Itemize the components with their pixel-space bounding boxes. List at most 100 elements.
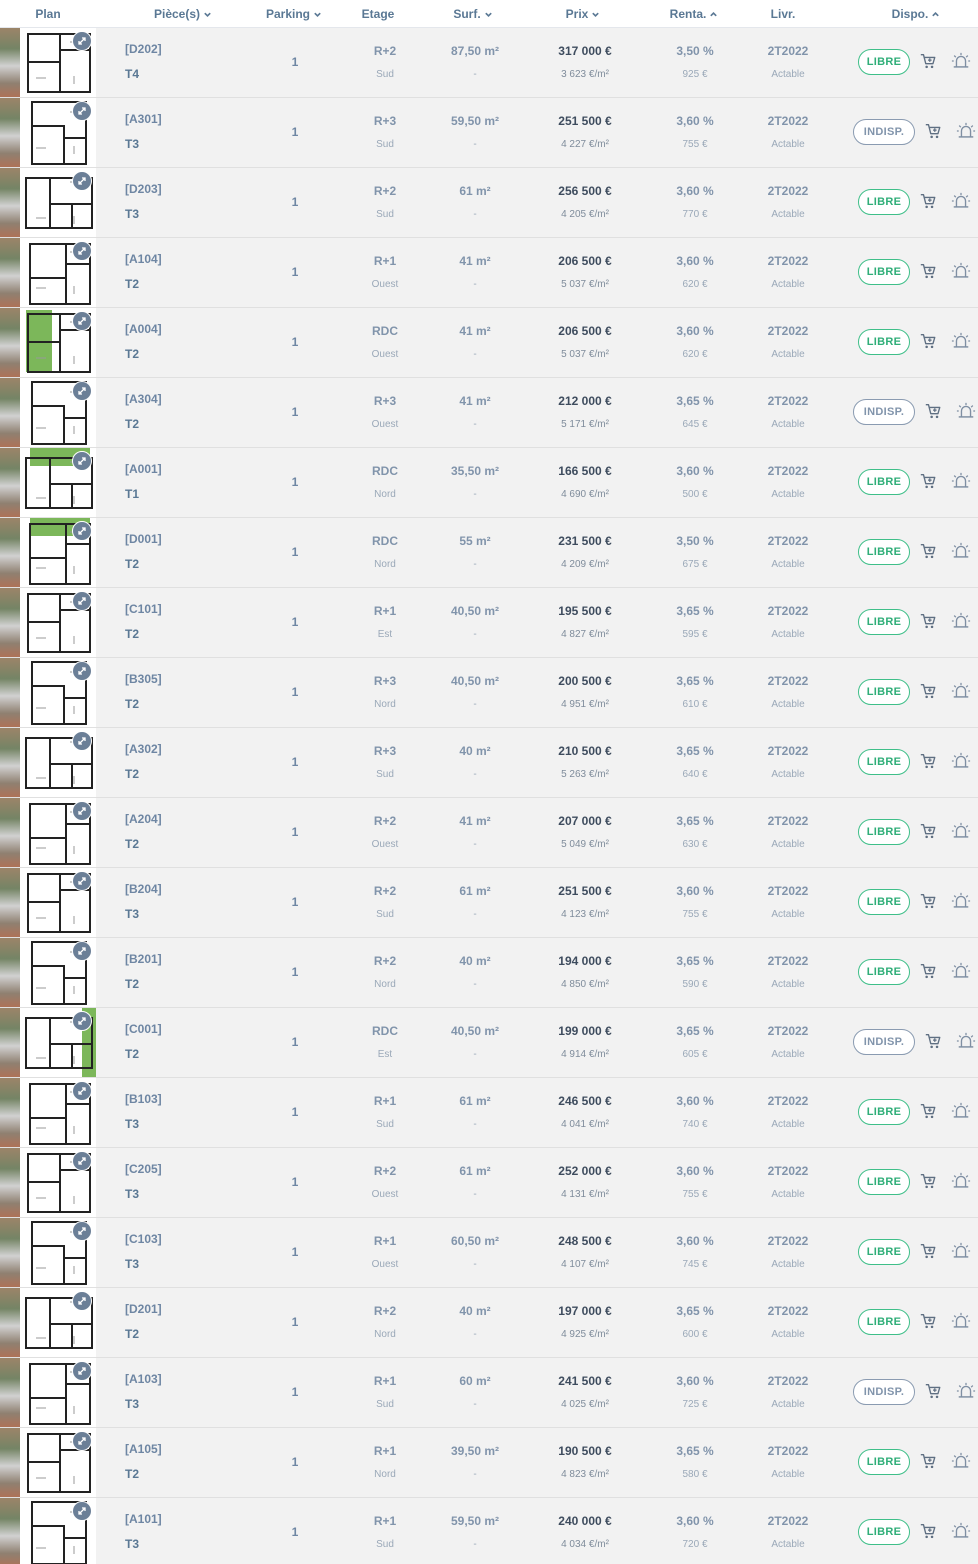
expand-icon[interactable]	[72, 171, 92, 191]
lot-number[interactable]: [A302]	[125, 742, 162, 756]
alert-siren-icon[interactable]	[956, 1381, 976, 1401]
lot-number[interactable]: [C205]	[125, 1162, 162, 1176]
expand-icon[interactable]	[72, 731, 92, 751]
add-to-cart-icon[interactable]	[919, 192, 937, 210]
table-row[interactable]: [A001] T1 1 RDC Nord 35,50 m² - 166 500 € 4 690 …	[0, 448, 978, 518]
alert-siren-icon[interactable]	[951, 821, 971, 841]
alert-siren-icon[interactable]	[951, 1521, 971, 1541]
add-to-cart-icon[interactable]	[919, 52, 937, 70]
add-to-cart-icon[interactable]	[919, 542, 937, 560]
header-dispo-sort[interactable]: Dispo.	[888, 7, 944, 21]
lot-number[interactable]: [C001]	[125, 1022, 162, 1036]
expand-icon[interactable]	[72, 1221, 92, 1241]
lot-number[interactable]: [A301]	[125, 112, 162, 126]
floor-plan-thumbnail[interactable]	[0, 1148, 96, 1217]
header-pieces-sort[interactable]: Pièce(s)	[138, 7, 228, 21]
expand-icon[interactable]	[72, 101, 92, 121]
floor-plan-thumbnail[interactable]	[0, 1498, 96, 1564]
availability-badge[interactable]: LIBRE	[858, 959, 910, 985]
lot-number[interactable]: [A104]	[125, 252, 162, 266]
availability-badge[interactable]: LIBRE	[858, 329, 910, 355]
table-row[interactable]: [A104] T2 1 R+1 Ouest 41 m² - 206 500 € 5 037 €/…	[0, 238, 978, 308]
table-row[interactable]: [D001] T2 1 RDC Nord 55 m² - 231 500 € 4 209 €/m…	[0, 518, 978, 588]
alert-siren-icon[interactable]	[951, 751, 971, 771]
expand-icon[interactable]	[72, 1431, 92, 1451]
availability-badge[interactable]: INDISP.	[853, 119, 915, 145]
expand-icon[interactable]	[72, 241, 92, 261]
availability-badge[interactable]: LIBRE	[858, 539, 910, 565]
floor-plan-thumbnail[interactable]	[0, 168, 96, 237]
add-to-cart-icon[interactable]	[924, 1382, 942, 1400]
floor-plan-thumbnail[interactable]	[0, 28, 96, 97]
table-row[interactable]: [B204] T3 1 R+2 Sud 61 m² - 251 500 € 4 123 €/m²…	[0, 868, 978, 938]
floor-plan-thumbnail[interactable]	[0, 98, 96, 167]
availability-badge[interactable]: LIBRE	[858, 259, 910, 285]
lot-number[interactable]: [A001]	[125, 462, 162, 476]
add-to-cart-icon[interactable]	[924, 122, 942, 140]
expand-icon[interactable]	[72, 381, 92, 401]
expand-icon[interactable]	[72, 1361, 92, 1381]
alert-siren-icon[interactable]	[951, 1241, 971, 1261]
add-to-cart-icon[interactable]	[919, 1452, 937, 1470]
availability-badge[interactable]: LIBRE	[858, 1309, 910, 1335]
floor-plan-thumbnail[interactable]	[0, 1428, 96, 1497]
table-row[interactable]: [D203] T3 1 R+2 Sud 61 m² - 256 500 € 4 205 €/m²…	[0, 168, 978, 238]
expand-icon[interactable]	[72, 1501, 92, 1521]
add-to-cart-icon[interactable]	[924, 1032, 942, 1050]
alert-siren-icon[interactable]	[956, 1031, 976, 1051]
expand-icon[interactable]	[72, 31, 92, 51]
availability-badge[interactable]: LIBRE	[858, 1239, 910, 1265]
table-row[interactable]: [C101] T2 1 R+1 Est 40,50 m² - 195 500 € 4 827 €…	[0, 588, 978, 658]
add-to-cart-icon[interactable]	[919, 1172, 937, 1190]
expand-icon[interactable]	[72, 591, 92, 611]
add-to-cart-icon[interactable]	[919, 1102, 937, 1120]
availability-badge[interactable]: LIBRE	[858, 469, 910, 495]
availability-badge[interactable]: LIBRE	[858, 1099, 910, 1125]
expand-icon[interactable]	[72, 451, 92, 471]
expand-icon[interactable]	[72, 871, 92, 891]
floor-plan-thumbnail[interactable]	[0, 798, 96, 867]
lot-number[interactable]: [D201]	[125, 1302, 162, 1316]
availability-badge[interactable]: LIBRE	[858, 49, 910, 75]
table-row[interactable]: [C205] T3 1 R+2 Ouest 61 m² - 252 000 € 4 131 €/…	[0, 1148, 978, 1218]
lot-number[interactable]: [A304]	[125, 392, 162, 406]
expand-icon[interactable]	[72, 801, 92, 821]
table-row[interactable]: [A302] T2 1 R+3 Sud 40 m² - 210 500 € 5 263 €/m²…	[0, 728, 978, 798]
table-row[interactable]: [A103] T3 1 R+1 Sud 60 m² - 241 500 € 4 025 €/m²…	[0, 1358, 978, 1428]
alert-siren-icon[interactable]	[951, 331, 971, 351]
expand-icon[interactable]	[72, 1081, 92, 1101]
add-to-cart-icon[interactable]	[919, 892, 937, 910]
add-to-cart-icon[interactable]	[919, 1242, 937, 1260]
expand-icon[interactable]	[72, 1151, 92, 1171]
lot-number[interactable]: [B103]	[125, 1092, 162, 1106]
add-to-cart-icon[interactable]	[919, 752, 937, 770]
table-row[interactable]: [A105] T2 1 R+1 Nord 39,50 m² - 190 500 € 4 823 …	[0, 1428, 978, 1498]
add-to-cart-icon[interactable]	[919, 822, 937, 840]
table-row[interactable]: [A304] T2 1 R+3 Ouest 41 m² - 212 000 € 5 171 €/…	[0, 378, 978, 448]
alert-siren-icon[interactable]	[951, 1101, 971, 1121]
expand-icon[interactable]	[72, 661, 92, 681]
lot-number[interactable]: [D202]	[125, 42, 162, 56]
floor-plan-thumbnail[interactable]	[0, 448, 96, 517]
alert-siren-icon[interactable]	[951, 891, 971, 911]
floor-plan-thumbnail[interactable]	[0, 1288, 96, 1357]
add-to-cart-icon[interactable]	[919, 1522, 937, 1540]
floor-plan-thumbnail[interactable]	[0, 938, 96, 1007]
floor-plan-thumbnail[interactable]	[0, 728, 96, 797]
availability-badge[interactable]: LIBRE	[858, 609, 910, 635]
add-to-cart-icon[interactable]	[919, 962, 937, 980]
floor-plan-thumbnail[interactable]	[0, 1008, 96, 1077]
lot-number[interactable]: [A204]	[125, 812, 162, 826]
lot-number[interactable]: [A101]	[125, 1512, 162, 1526]
floor-plan-thumbnail[interactable]	[0, 518, 96, 587]
alert-siren-icon[interactable]	[951, 191, 971, 211]
alert-siren-icon[interactable]	[951, 471, 971, 491]
lot-number[interactable]: [D203]	[125, 182, 162, 196]
header-surf-sort[interactable]: Surf.	[448, 7, 498, 21]
alert-siren-icon[interactable]	[951, 541, 971, 561]
alert-siren-icon[interactable]	[951, 261, 971, 281]
availability-badge[interactable]: LIBRE	[858, 749, 910, 775]
floor-plan-thumbnail[interactable]	[0, 1078, 96, 1147]
lot-number[interactable]: [A105]	[125, 1442, 162, 1456]
lot-number[interactable]: [B201]	[125, 952, 162, 966]
